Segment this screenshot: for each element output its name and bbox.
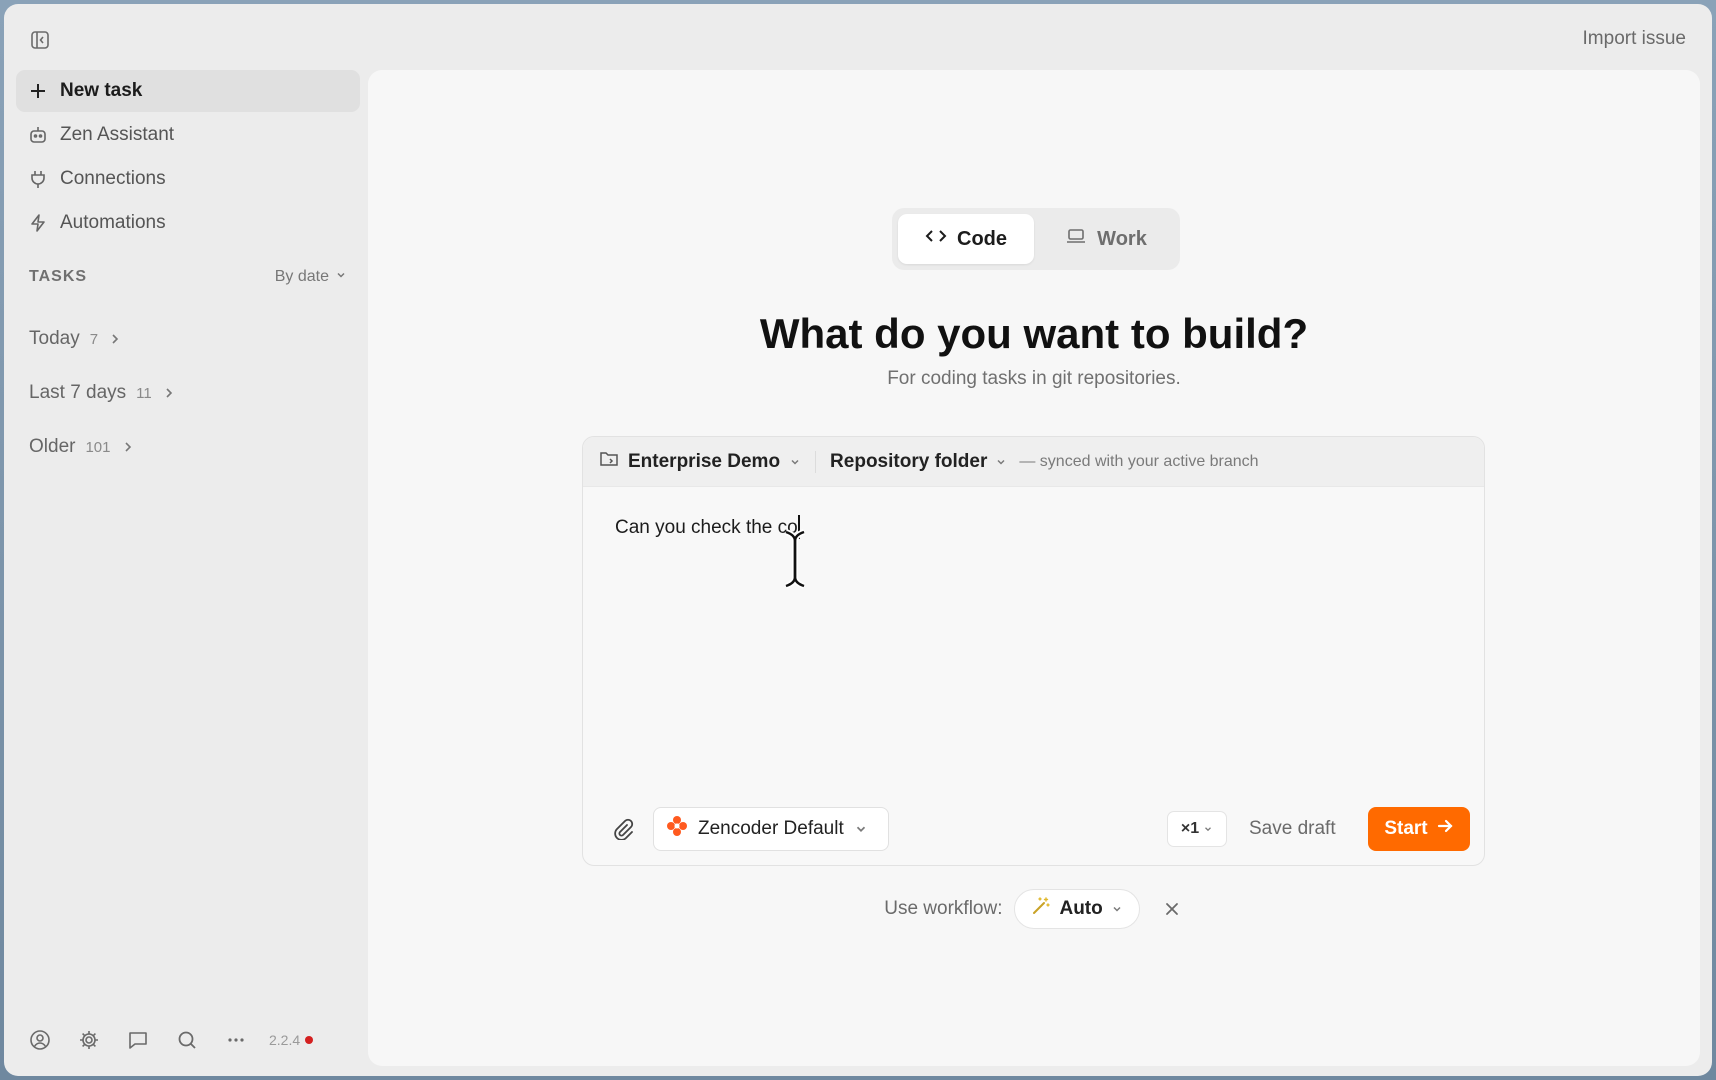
workflow-row: Use workflow: Auto xyxy=(368,888,1700,930)
composer-header: Enterprise Demo Repository folder — sync… xyxy=(583,437,1484,487)
nav-label: Automations xyxy=(60,212,166,233)
chevron-right-icon xyxy=(162,386,176,400)
group-count: 11 xyxy=(136,384,152,402)
group-count: 7 xyxy=(89,330,99,348)
main-panel: Code Work What do you want to build? For… xyxy=(368,70,1700,1066)
group-label: Today xyxy=(29,328,80,349)
synced-note: — synced with your active branch xyxy=(1019,452,1259,470)
plus-icon xyxy=(28,81,48,101)
sort-dropdown[interactable]: By date xyxy=(275,268,347,286)
paperclip-icon[interactable] xyxy=(611,817,635,841)
tasks-header: TASKS By date xyxy=(29,268,347,286)
agent-label: Zencoder Default xyxy=(698,818,844,839)
mode-toggle: Code Work xyxy=(892,208,1180,270)
page-subtitle: For coding tasks in git repositories. xyxy=(887,368,1181,389)
repository-dropdown[interactable]: Repository folder xyxy=(830,451,1007,473)
sidebar-footer: 2.2.4 xyxy=(28,1028,314,1052)
plug-icon xyxy=(28,169,48,189)
page-title: What do you want to build? xyxy=(759,310,1309,357)
nav-label: New task xyxy=(60,80,143,101)
zencoder-logo-icon xyxy=(666,815,688,843)
chat-icon[interactable] xyxy=(126,1028,150,1052)
chevron-down-icon xyxy=(335,268,347,286)
close-icon[interactable] xyxy=(1160,897,1184,921)
version-badge: 2.2.4 xyxy=(269,1032,314,1048)
workflow-label: Use workflow: xyxy=(884,898,1003,919)
tab-label: Code xyxy=(957,227,1007,250)
more-icon[interactable] xyxy=(224,1028,248,1052)
chevron-down-icon xyxy=(1203,824,1213,834)
code-icon xyxy=(925,227,947,251)
group-label: Older xyxy=(29,436,76,457)
sidebar-item-automations[interactable]: Automations xyxy=(16,202,360,244)
nav-label: Connections xyxy=(60,168,166,189)
task-group-last-7-days[interactable]: Last 7 days 11 xyxy=(29,366,176,420)
chevron-down-icon xyxy=(854,822,868,836)
new-task-button[interactable]: New task xyxy=(16,70,360,112)
chevron-down-icon xyxy=(1111,903,1123,915)
status-dot xyxy=(305,1036,314,1044)
tab-work[interactable]: Work xyxy=(1038,214,1174,264)
arrow-right-icon xyxy=(1436,817,1454,841)
magic-wand-icon xyxy=(1031,896,1051,922)
tasks-title: TASKS xyxy=(29,268,88,285)
repo-label: Repository folder xyxy=(830,450,988,472)
start-button[interactable]: Start xyxy=(1368,807,1470,851)
composer-footer: Zencoder Default ×1 Save draft Start xyxy=(583,807,1484,851)
gear-icon[interactable] xyxy=(77,1028,101,1052)
chevron-right-icon xyxy=(121,440,135,454)
divider xyxy=(815,450,817,473)
robot-icon xyxy=(28,125,48,145)
task-group-today[interactable]: Today 7 xyxy=(29,312,176,366)
sidebar-nav: New task Zen Assistant Connections Autom… xyxy=(16,70,360,246)
prompt-input[interactable] xyxy=(615,517,1455,757)
account-icon[interactable] xyxy=(28,1028,52,1052)
laptop-icon xyxy=(1065,227,1087,251)
workflow-dropdown[interactable]: Auto xyxy=(1014,889,1140,929)
chevron-down-icon xyxy=(789,456,801,468)
chevron-right-icon xyxy=(108,332,122,346)
save-draft-button[interactable]: Save draft xyxy=(1249,807,1336,851)
workflow-value: Auto xyxy=(1059,898,1103,919)
project-dropdown[interactable]: Enterprise Demo xyxy=(599,450,801,474)
tab-label: Work xyxy=(1097,227,1147,250)
agent-dropdown[interactable]: Zencoder Default xyxy=(653,807,889,851)
ibeam-cursor-icon xyxy=(783,529,807,594)
task-groups: Today 7 Last 7 days 11 Older 101 xyxy=(29,312,176,474)
project-label: Enterprise Demo xyxy=(628,450,781,472)
lightning-icon xyxy=(28,213,48,233)
sidebar-item-zen-assistant[interactable]: Zen Assistant xyxy=(16,114,360,156)
sort-label: By date xyxy=(274,268,329,285)
import-issue-button[interactable]: Import issue xyxy=(1583,28,1686,50)
sidebar: New task Zen Assistant Connections Autom… xyxy=(4,4,368,1076)
version-label: 2.2.4 xyxy=(269,1032,301,1048)
app-window: New task Zen Assistant Connections Autom… xyxy=(4,4,1712,1076)
nav-label: Zen Assistant xyxy=(60,124,175,145)
task-composer: Enterprise Demo Repository folder — sync… xyxy=(582,436,1485,866)
tab-code[interactable]: Code xyxy=(898,214,1034,264)
run-count-dropdown[interactable]: ×1 xyxy=(1167,811,1227,847)
sidebar-collapse-icon[interactable] xyxy=(28,28,52,52)
folder-sync-icon xyxy=(599,450,619,474)
chevron-down-icon xyxy=(995,456,1007,468)
group-count: 101 xyxy=(85,438,111,456)
task-group-older[interactable]: Older 101 xyxy=(29,420,176,474)
start-label: Start xyxy=(1384,818,1428,839)
search-icon[interactable] xyxy=(175,1028,199,1052)
run-count-label: ×1 xyxy=(1180,820,1200,837)
group-label: Last 7 days xyxy=(29,382,127,403)
sidebar-item-connections[interactable]: Connections xyxy=(16,158,360,200)
